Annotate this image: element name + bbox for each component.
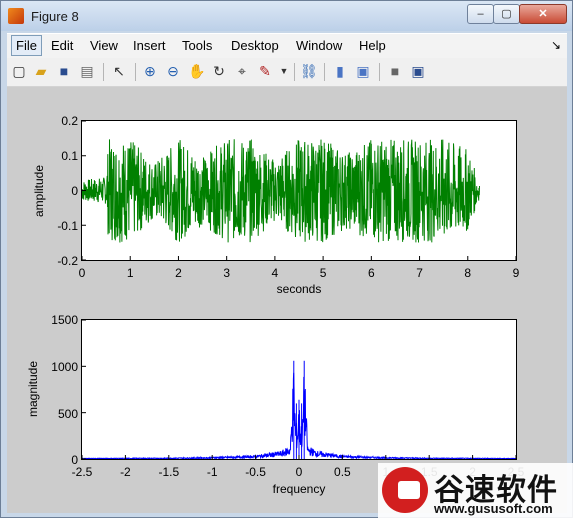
print-icon[interactable]: ▤ — [79, 63, 95, 79]
toolbar-separator — [103, 63, 104, 81]
menu-file[interactable]: File — [11, 35, 42, 56]
zoom-out-icon[interactable]: ⊖ — [165, 63, 181, 79]
toolbar-separator — [379, 63, 380, 81]
close-button[interactable]: ✕ — [519, 4, 567, 24]
show-plot-tools-icon[interactable]: ▣ — [410, 63, 426, 79]
pan-hand-icon[interactable]: ✋ — [188, 63, 205, 79]
figure-canvas: 0.2 0.1 0 -0.1 -0.2 amplitude seconds 01… — [7, 87, 567, 513]
watermark: 谷速软件 www.gususoft.com — [378, 463, 573, 519]
matlab-icon — [8, 8, 24, 24]
ytick-label: 1000 — [51, 360, 78, 374]
x-axis-label: frequency — [273, 482, 326, 496]
menu-tools[interactable]: Tools — [182, 38, 212, 53]
xtick-label: -2 — [120, 465, 131, 479]
save-icon[interactable]: ■ — [56, 63, 72, 79]
menu-window[interactable]: Window — [296, 38, 342, 53]
toolbar-separator — [324, 63, 325, 81]
colorbar-icon[interactable]: ▮ — [332, 63, 348, 79]
ytick-label: 500 — [58, 407, 78, 421]
xtick-label: -1 — [207, 465, 218, 479]
menu-edit[interactable]: Edit — [51, 38, 73, 53]
new-figure-icon[interactable]: ▢ — [11, 63, 27, 79]
menu-insert[interactable]: Insert — [133, 38, 166, 53]
figure-toolbar: ▢ ▰ ■ ▤ ↖ ⊕ ⊖ ✋ ↻ ⌖ ✎ ▼ ⛓ ▮ ▣ ■ ▣ — [7, 58, 567, 87]
data-cursor-icon[interactable]: ⌖ — [234, 63, 250, 79]
gususoft-logo-icon — [382, 467, 428, 513]
xtick-label: -1.5 — [158, 465, 179, 479]
menu-help[interactable]: Help — [359, 38, 386, 53]
hide-plot-tools-icon[interactable]: ■ — [387, 63, 403, 79]
rotate-3d-icon[interactable]: ↻ — [211, 63, 227, 79]
brush-icon[interactable]: ✎ — [257, 63, 273, 79]
zoom-in-icon[interactable]: ⊕ — [142, 63, 158, 79]
brush-dropdown-icon[interactable]: ▼ — [276, 63, 292, 79]
legend-icon[interactable]: ▣ — [355, 63, 371, 79]
toolbar-separator — [135, 63, 136, 81]
watermark-url: www.gususoft.com — [434, 501, 553, 516]
y-axis-label: magnitude — [26, 361, 40, 417]
link-plot-icon[interactable]: ⛓ — [300, 63, 318, 79]
title-bar[interactable]: Figure 8 – ▢ ✕ — [1, 1, 572, 31]
toolbar-separator — [294, 63, 295, 81]
xtick-label: 0 — [296, 465, 303, 479]
maximize-button[interactable]: ▢ — [493, 4, 520, 24]
ytick-label: 1500 — [51, 313, 78, 327]
minimize-button[interactable]: – — [467, 4, 494, 24]
figure-window: Figure 8 – ▢ ✕ File Edit View Insert Too… — [0, 0, 573, 519]
dock-arrow-icon[interactable]: ↘ — [551, 38, 561, 52]
edit-plot-arrow-icon[interactable]: ↖ — [111, 63, 127, 79]
menu-bar: File Edit View Insert Tools Desktop Wind… — [7, 33, 567, 58]
xtick-label: 0.5 — [334, 465, 351, 479]
window-title: Figure 8 — [31, 9, 79, 24]
xtick-label: -2.5 — [72, 465, 93, 479]
menu-desktop[interactable]: Desktop — [231, 38, 279, 53]
xtick-label: -0.5 — [245, 465, 266, 479]
open-file-icon[interactable]: ▰ — [33, 63, 49, 79]
menu-view[interactable]: View — [90, 38, 118, 53]
